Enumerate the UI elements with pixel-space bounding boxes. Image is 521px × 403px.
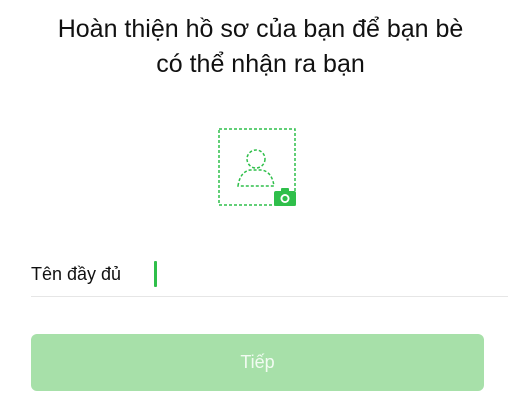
field-divider [31, 296, 508, 297]
full-name-label: Tên đầy đủ [31, 264, 122, 284]
avatar-picker[interactable] [218, 128, 298, 208]
page-title-line-1: Hoàn thiện hồ sơ của bạn để bạn bè [57, 15, 464, 43]
camera-icon [274, 188, 296, 206]
full-name-input[interactable] [155, 259, 503, 289]
page-title-line-2: có thể nhận ra bạn [156, 50, 365, 78]
page-title: Hoàn thiện hồ sơ của bạn để bạn bè có th… [0, 12, 521, 82]
next-button[interactable]: Tiếp [31, 334, 484, 391]
full-name-field[interactable]: Tên đầy đủ [31, 255, 508, 297]
